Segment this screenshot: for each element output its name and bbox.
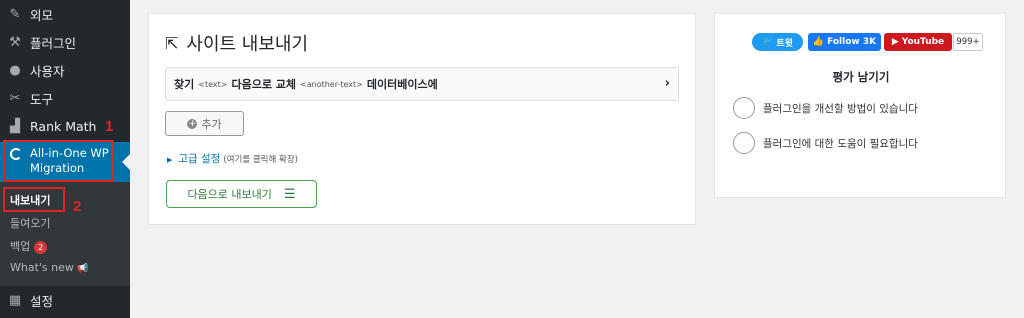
feedback-option-improve[interactable]: 플러그인을 개선할 방법이 있습니다: [733, 97, 918, 119]
youtube-count: 999+: [953, 33, 983, 51]
find-label: 찾기: [174, 78, 195, 91]
page-title: ⇱ 사이트 내보내기: [165, 30, 308, 56]
submenu-item-whats-new[interactable]: What's new 📢: [10, 261, 89, 274]
triangle-right-icon: ▶: [167, 156, 173, 164]
sidebar-item-label: 도구: [30, 91, 54, 107]
sidebar-item-plugins[interactable]: ⚒ 플러그인: [0, 28, 130, 56]
follow-label: Follow 3K: [827, 37, 877, 47]
sidebar-item-label: Rank Math: [30, 118, 97, 134]
youtube-subscribe-button[interactable]: ▶ YouTube: [884, 33, 952, 51]
advanced-hint: (여기를 클릭해 확장): [223, 155, 298, 165]
replace-label: 다음으로 교체: [231, 78, 297, 91]
annotation-number-2: 2: [73, 198, 82, 215]
advanced-label: 고급 설정: [178, 153, 221, 165]
export-button-label: 다음으로 내보내기: [187, 188, 272, 201]
radio-button[interactable]: [733, 97, 755, 119]
backup-count-badge: 2: [34, 240, 48, 254]
annotation-number-1: 1: [105, 118, 114, 135]
youtube-play-icon: ▶: [891, 37, 899, 47]
sidebar-item-users[interactable]: ● 사용자: [0, 56, 130, 84]
export-to-button[interactable]: 다음으로 내보내기 ☰: [166, 180, 317, 208]
thumbs-up-icon: 👍: [812, 37, 825, 47]
radio-button[interactable]: [733, 132, 755, 154]
chart-icon: ▟: [10, 118, 20, 134]
twitter-bird-icon: 🐦: [762, 37, 774, 47]
youtube-label: YouTube: [901, 37, 945, 47]
submenu-item-import[interactable]: 들여오기: [10, 215, 50, 231]
sidebar-item-label: 설정: [30, 293, 54, 309]
find-value: <text>: [198, 79, 228, 89]
rate-title: 평가 남기기: [832, 70, 890, 84]
feedback-panel: 🐦 트윗 👍 Follow 3K ▶ YouTube 999+ 평가 남기기 플…: [714, 13, 1006, 198]
wrench-icon: ✂: [9, 90, 21, 106]
export-icon: ⇱: [165, 33, 179, 53]
replace-value: <another-text>: [300, 79, 363, 89]
submenu-item-backups[interactable]: 백업 2: [10, 238, 48, 254]
plugin-icon: ⚒: [9, 34, 21, 50]
add-button-label: 추가: [201, 117, 222, 131]
user-icon: ●: [9, 62, 21, 78]
facebook-follow-button[interactable]: 👍 Follow 3K: [808, 33, 881, 51]
annotation-box-2: [3, 187, 65, 212]
tweet-button[interactable]: 🐦 트윗: [752, 33, 803, 51]
sidebar-item-appearance[interactable]: ✎ 외모: [0, 0, 130, 28]
active-menu-pointer: [122, 154, 130, 170]
sidebar-item-label: 외모: [30, 7, 54, 23]
hamburger-icon: ☰: [283, 186, 296, 202]
option-label: 플러그인에 대한 도움이 필요합니다: [763, 137, 918, 150]
megaphone-icon: 📢: [77, 264, 89, 274]
submenu-item-label: What's new: [10, 261, 74, 274]
settings-icon: ▦: [8, 292, 22, 308]
add-button[interactable]: + 추가: [165, 111, 244, 136]
advanced-settings-toggle[interactable]: ▶ 고급 설정 (여기를 클릭해 확장): [167, 151, 298, 166]
chevron-right-icon[interactable]: ›: [665, 76, 670, 91]
find-replace-row[interactable]: 찾기 <text> 다음으로 교체 <another-text> 데이터베이스에…: [165, 67, 679, 101]
sidebar-item-tools[interactable]: ✂ 도구: [0, 84, 130, 112]
feedback-option-help[interactable]: 플러그인에 대한 도움이 필요합니다: [733, 132, 918, 154]
page-title-text: 사이트 내보내기: [186, 34, 309, 55]
export-panel: ⇱ 사이트 내보내기 찾기 <text> 다음으로 교체 <another-te…: [148, 13, 696, 225]
brush-icon: ✎: [9, 6, 21, 22]
option-label: 플러그인을 개선할 방법이 있습니다: [763, 102, 918, 115]
plus-icon: +: [187, 118, 198, 129]
sidebar-item-label: 사용자: [30, 63, 65, 79]
annotation-box-1: [3, 140, 114, 182]
sidebar-item-settings[interactable]: ▦ 설정: [0, 286, 130, 314]
tweet-label: 트윗: [776, 38, 793, 49]
sidebar-item-label: 플러그인: [30, 35, 77, 51]
database-suffix: 데이터베이스에: [366, 78, 438, 91]
submenu-item-label: 백업: [10, 240, 31, 253]
